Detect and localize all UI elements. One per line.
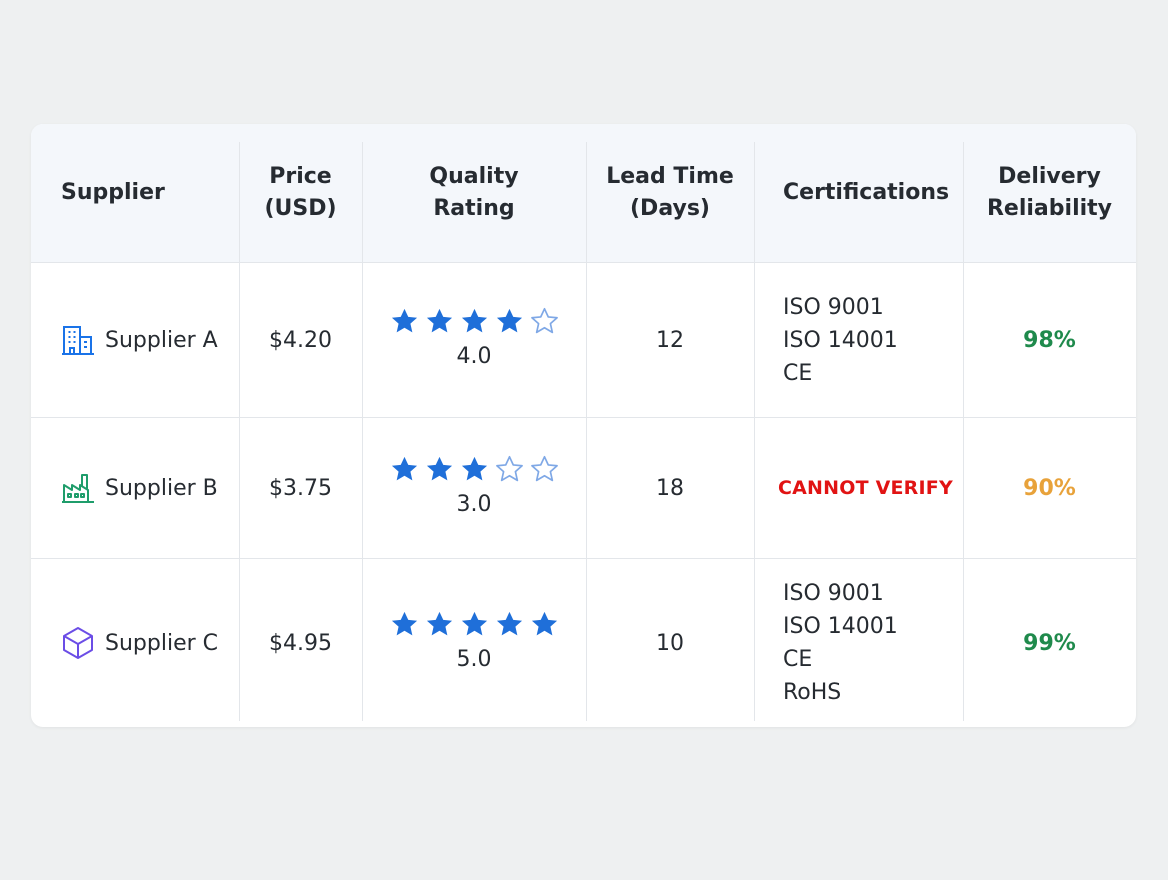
supplier-comparison-table: Supplier Price (USD) Quality Rating Lead… <box>31 124 1136 727</box>
certification-item: RoHS <box>783 680 842 705</box>
quality-cell: 4.0 <box>362 263 586 417</box>
star-filled-icon <box>461 456 487 481</box>
supplier-name: Supplier A <box>105 327 218 353</box>
certification-item: CE <box>783 647 813 672</box>
header-price: Price (USD) <box>264 164 337 221</box>
star-outline-icon <box>530 307 558 334</box>
rating-value: 5.0 <box>456 647 492 672</box>
price-cell: $3.75 <box>239 418 362 558</box>
cannot-verify-warning: CANNOT VERIFY <box>778 477 953 499</box>
star-rating <box>390 307 559 336</box>
lead-time-value: 12 <box>656 327 684 353</box>
star-filled-icon <box>391 456 417 481</box>
delivery-cell: 99% <box>963 559 1136 727</box>
column-divider <box>586 142 587 721</box>
price-cell: $4.95 <box>239 559 362 727</box>
delivery-cell: 90% <box>963 418 1136 558</box>
factory-icon <box>61 471 95 505</box>
certification-item: ISO 9001 <box>783 294 884 320</box>
certification-item: ISO 9001 <box>783 581 884 606</box>
certifications-list: ISO 9001 ISO 14001 CE <box>783 291 898 390</box>
certification-item: ISO 14001 <box>783 614 898 639</box>
supplier-cell: Supplier C <box>31 559 239 727</box>
price-value: $3.75 <box>269 475 332 501</box>
delivery-reliability-value: 90% <box>1023 475 1076 501</box>
certifications-cell: ISO 9001 ISO 14001 CE RoHS <box>754 559 963 727</box>
lead-time-cell: 10 <box>586 559 754 727</box>
star-filled-icon <box>461 611 487 636</box>
delivery-reliability-value: 98% <box>1023 327 1076 353</box>
table-row: Supplier A $4.20 4.0 12 ISO 9001 ISO 140… <box>31 263 1136 418</box>
star-filled-icon <box>496 611 522 636</box>
header-cell-quality: Quality Rating <box>362 124 586 262</box>
quality-cell: 3.0 <box>362 418 586 558</box>
rating-value: 3.0 <box>456 492 492 517</box>
header-lead-time: Lead Time (Days) <box>606 164 734 221</box>
header-delivery-reliability: Delivery Reliability <box>986 164 1113 221</box>
column-divider <box>239 142 240 721</box>
header-quality-rating: Quality Rating <box>429 164 519 221</box>
price-value: $4.95 <box>269 630 332 656</box>
star-outline-icon <box>495 455 523 482</box>
star-filled-icon <box>461 308 487 333</box>
header-supplier: Supplier <box>61 180 165 205</box>
header-certifications: Certifications <box>783 180 950 205</box>
star-filled-icon <box>391 308 417 333</box>
star-outline-icon <box>530 455 558 482</box>
star-filled-icon <box>496 308 522 333</box>
rating-value: 4.0 <box>456 344 492 369</box>
supplier-name: Supplier B <box>105 475 218 501</box>
supplier-cell: Supplier A <box>31 263 239 417</box>
lead-time-value: 10 <box>656 630 684 656</box>
header-cell-delivery: Delivery Reliability <box>963 124 1136 262</box>
table-row: Supplier B $3.75 3.0 18 CANNOT VERIFY 90… <box>31 418 1136 559</box>
delivery-cell: 98% <box>963 263 1136 417</box>
lead-time-cell: 12 <box>586 263 754 417</box>
certifications-cell: CANNOT VERIFY <box>754 418 963 558</box>
supplier-cell: Supplier B <box>31 418 239 558</box>
certifications-list: ISO 9001 ISO 14001 CE RoHS <box>783 577 898 709</box>
star-rating <box>390 455 559 484</box>
header-cell-lead-time: Lead Time (Days) <box>586 124 754 262</box>
certification-item: CE <box>783 360 813 386</box>
table-row: Supplier C $4.95 5.0 10 ISO 9001 ISO 140… <box>31 559 1136 727</box>
table-header-row: Supplier Price (USD) Quality Rating Lead… <box>31 124 1136 263</box>
header-cell-price: Price (USD) <box>239 124 362 262</box>
quality-cell: 5.0 <box>362 559 586 727</box>
star-filled-icon <box>426 308 452 333</box>
star-rating <box>390 610 559 639</box>
star-filled-icon <box>531 611 557 636</box>
certifications-cell: ISO 9001 ISO 14001 CE <box>754 263 963 417</box>
star-filled-icon <box>391 611 417 636</box>
column-divider <box>754 142 755 721</box>
certification-item: ISO 14001 <box>783 327 898 353</box>
lead-time-value: 18 <box>656 475 684 501</box>
cube-icon <box>61 626 95 660</box>
price-cell: $4.20 <box>239 263 362 417</box>
column-divider <box>963 142 964 721</box>
column-divider <box>362 142 363 721</box>
building-icon <box>61 323 95 357</box>
star-filled-icon <box>426 456 452 481</box>
header-cell-supplier: Supplier <box>31 124 239 262</box>
supplier-name: Supplier C <box>105 630 218 656</box>
price-value: $4.20 <box>269 327 332 353</box>
delivery-reliability-value: 99% <box>1023 630 1076 656</box>
header-cell-certifications: Certifications <box>754 124 963 262</box>
star-filled-icon <box>426 611 452 636</box>
lead-time-cell: 18 <box>586 418 754 558</box>
